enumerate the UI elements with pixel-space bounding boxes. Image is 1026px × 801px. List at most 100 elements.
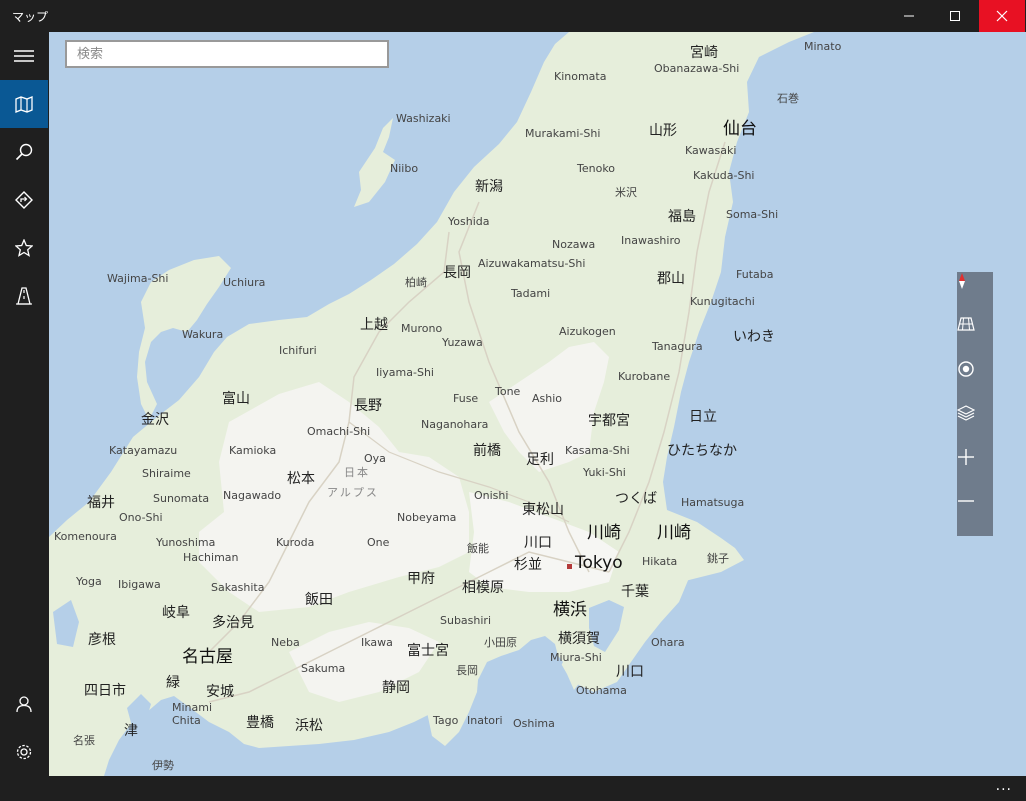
zoom-out-button[interactable]: [957, 492, 993, 536]
map-label[interactable]: 長岡: [443, 262, 471, 282]
locate-me-button[interactable]: [957, 360, 993, 404]
map-label[interactable]: Tokyo: [575, 553, 623, 573]
map-label[interactable]: アルプス: [327, 484, 379, 500]
map-label[interactable]: Hachiman: [183, 551, 239, 564]
map-label[interactable]: Minami: [172, 701, 212, 714]
map-label[interactable]: Ohara: [651, 636, 685, 649]
map-label[interactable]: Sakuma: [301, 662, 345, 675]
map-label[interactable]: つくば: [615, 488, 657, 508]
map-label[interactable]: Yuzawa: [442, 336, 483, 349]
map-label[interactable]: 千葉: [621, 581, 649, 601]
map-label[interactable]: 宮崎: [690, 42, 718, 62]
layers-button[interactable]: [957, 404, 993, 448]
account-button[interactable]: [0, 680, 48, 728]
map-label[interactable]: Nozawa: [552, 238, 595, 251]
map-label[interactable]: 名張: [73, 732, 95, 748]
map-label[interactable]: 福島: [668, 206, 696, 226]
map-label[interactable]: Subashiri: [440, 614, 491, 627]
map-label[interactable]: Ichifuri: [279, 344, 317, 357]
map-label[interactable]: 川口: [524, 532, 552, 552]
maximize-button[interactable]: [932, 0, 978, 32]
map-label[interactable]: 飯能: [467, 540, 489, 556]
map-label[interactable]: Washizaki: [396, 112, 451, 125]
directions-button[interactable]: [0, 176, 48, 224]
map-label[interactable]: Tone: [495, 385, 520, 398]
map-label[interactable]: Katayamazu: [109, 444, 177, 457]
map-button[interactable]: [0, 80, 48, 128]
map-label[interactable]: Ikawa: [361, 636, 393, 649]
map-label[interactable]: 銚子: [707, 550, 729, 566]
map-label[interactable]: 柏崎: [405, 274, 427, 290]
map-label[interactable]: Kamioka: [229, 444, 276, 457]
map-label[interactable]: Ibigawa: [118, 578, 161, 591]
map-label[interactable]: Aizuwakamatsu-Shi: [478, 257, 585, 270]
map-label[interactable]: 郡山: [657, 268, 685, 288]
map-label[interactable]: Yuki-Shi: [583, 466, 626, 479]
map-label[interactable]: Kakuda-Shi: [693, 169, 754, 182]
menu-button[interactable]: [0, 32, 48, 80]
map-label[interactable]: Minato: [804, 40, 841, 53]
search-box[interactable]: [65, 40, 389, 68]
map-label[interactable]: Onishi: [474, 489, 508, 502]
close-button[interactable]: [979, 0, 1025, 32]
map-label[interactable]: Murono: [401, 322, 442, 335]
map-label[interactable]: 安城: [206, 681, 234, 701]
map-label[interactable]: 岐阜: [162, 602, 190, 622]
map-label[interactable]: Obanazawa-Shi: [654, 62, 739, 75]
map-label[interactable]: Oshima: [513, 717, 555, 730]
map-label[interactable]: いわき: [733, 326, 775, 346]
map-label[interactable]: 緑: [166, 672, 180, 692]
map-label[interactable]: 長岡: [456, 662, 478, 678]
map-label[interactable]: Wajima-Shi: [107, 272, 168, 285]
map-label[interactable]: Kunugitachi: [690, 295, 755, 308]
map-label[interactable]: 松本: [287, 468, 315, 488]
map-label[interactable]: Tenoko: [577, 162, 615, 175]
map-label[interactable]: Futaba: [736, 268, 773, 281]
map-label[interactable]: Hikata: [642, 555, 677, 568]
map-label[interactable]: 東松山: [522, 499, 564, 519]
map-label[interactable]: Ono-Shi: [119, 511, 163, 524]
map-label[interactable]: 長野: [354, 395, 382, 415]
map-label[interactable]: 津: [124, 720, 138, 740]
map-label[interactable]: 名古屋: [182, 642, 233, 667]
map-label[interactable]: Naganohara: [421, 418, 488, 431]
map-label[interactable]: 飯田: [305, 589, 333, 609]
map-label[interactable]: Nagawado: [223, 489, 281, 502]
map-label[interactable]: 伊勢: [152, 757, 174, 773]
map-label[interactable]: 福井: [87, 492, 115, 512]
map-label[interactable]: Kasama-Shi: [565, 444, 630, 457]
map-label[interactable]: 宇都宮: [588, 410, 630, 430]
map-label[interactable]: Tadami: [511, 287, 550, 300]
map-label[interactable]: 前橋: [473, 440, 501, 460]
map-label[interactable]: 川崎: [657, 518, 691, 543]
map-label[interactable]: 足利: [526, 449, 554, 469]
map-label[interactable]: 静岡: [382, 677, 410, 697]
map-label[interactable]: 豊橋: [246, 712, 274, 732]
map-label[interactable]: Sakashita: [211, 581, 264, 594]
map-label[interactable]: 甲府: [407, 568, 435, 588]
map-label[interactable]: Shiraime: [142, 467, 191, 480]
map-label[interactable]: One: [367, 536, 389, 549]
map-label[interactable]: Yunoshima: [156, 536, 215, 549]
search-button[interactable]: [0, 128, 48, 176]
more-options-button[interactable]: ...: [996, 778, 1012, 794]
map-label[interactable]: Tago: [433, 714, 458, 727]
map-label[interactable]: Wakura: [182, 328, 223, 341]
map-label[interactable]: Omachi-Shi: [307, 425, 370, 438]
map-label[interactable]: Inatori: [467, 714, 503, 727]
map-label[interactable]: Inawashiro: [621, 234, 680, 247]
map-label[interactable]: 彦根: [88, 629, 116, 649]
map-label[interactable]: Chita: [172, 714, 201, 727]
map-label[interactable]: ひたちなか: [667, 440, 737, 460]
map-label[interactable]: 富士宮: [407, 640, 449, 660]
3d-tilt-button[interactable]: [957, 316, 993, 360]
map-label[interactable]: Kurobane: [618, 370, 670, 383]
map-label[interactable]: Sunomata: [153, 492, 209, 505]
tracks-button[interactable]: [0, 272, 48, 320]
map-label[interactable]: 横浜: [553, 595, 587, 620]
zoom-in-button[interactable]: [957, 448, 993, 492]
map-view[interactable]: 宮崎 Minato Kinomata Obanazawa-Shi 石巻 Washizaki…: [49, 32, 1026, 776]
map-label[interactable]: Fuse: [453, 392, 478, 405]
compass-button[interactable]: [957, 272, 993, 316]
map-label[interactable]: Neba: [271, 636, 300, 649]
